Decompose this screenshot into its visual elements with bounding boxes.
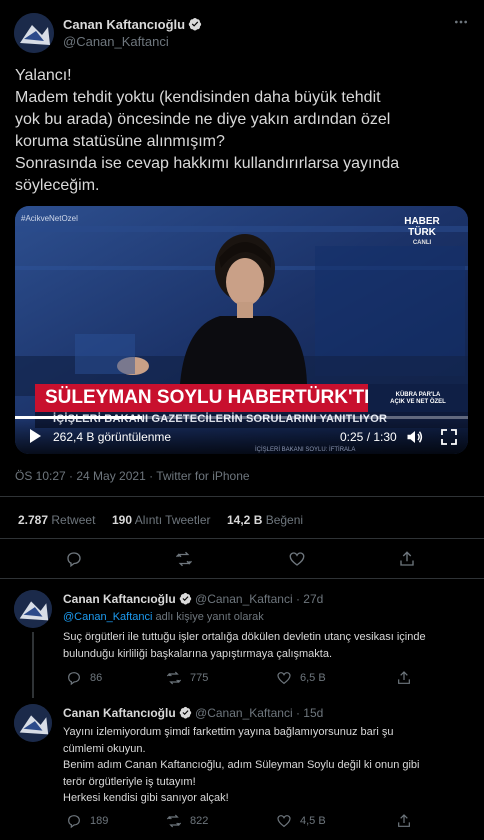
channel-logo-line: TÜRK: [408, 227, 436, 238]
replying-to-suffix: adlı kişiye yanıt olarak: [155, 611, 264, 623]
reply-icon: [68, 815, 80, 829]
avatar[interactable]: [14, 704, 52, 742]
reply-icon[interactable]: [65, 550, 83, 568]
like-count: 4,5 B: [300, 815, 326, 827]
views-count: 262,4 B görüntülenme: [53, 430, 172, 444]
verified-icon: [179, 706, 191, 719]
reply-text-line: Benim adım Canan Kaftancıoğlu, adım Süle…: [63, 759, 420, 771]
retweet-button[interactable]: 822: [166, 813, 208, 829]
play-icon[interactable]: [27, 428, 43, 444]
avatar-image: [14, 590, 52, 628]
retweet-icon[interactable]: [175, 550, 193, 568]
author-handle[interactable]: @Canan_Kaftanci: [195, 592, 293, 606]
replying-to-user[interactable]: @Canan_Kaftanci: [63, 611, 152, 623]
thread-line: [32, 632, 34, 698]
like-button[interactable]: 6,5 B: [276, 670, 326, 686]
like-icon: [277, 672, 291, 685]
author-handle[interactable]: @Canan_Kaftanci: [195, 706, 293, 720]
tweet-text: Yalancı! Madem tehdit yoktu (kendisinden…: [15, 65, 475, 197]
author-name[interactable]: Canan Kaftancıoğlu: [63, 17, 185, 32]
retweets-label: Retweet: [51, 513, 96, 527]
reply-count: 189: [90, 815, 109, 827]
retweet-count: 822: [190, 815, 209, 827]
program-tag-line: KÜBRA PAR'LA: [395, 392, 441, 398]
progress-fill: [15, 416, 142, 419]
channel-logo-line: HABER: [404, 216, 440, 227]
program-tag: KÜBRA PAR'LA AÇIK VE NET ÖZEL: [368, 384, 468, 412]
tweet-text-line: Sonrasında ise cevap hakkımı kullandırır…: [15, 155, 400, 172]
retweet-count: 775: [190, 672, 209, 684]
like-icon: [277, 815, 291, 828]
reply-text: Suç örgütleri ile tuttuğu işler ortalığa…: [63, 629, 426, 663]
reply-header: Canan Kaftancıoğlu @Canan_Kaftanci · 27d: [63, 592, 324, 606]
reply-text: Yayını izlemiyordum şimdi farkettim yayı…: [63, 724, 420, 807]
fullscreen-icon[interactable]: [441, 429, 457, 445]
channel-logo: HABER TÜRK CANLI: [397, 216, 447, 249]
video-time: 0:25 / 1:30: [340, 430, 397, 444]
avatar[interactable]: [14, 590, 52, 628]
reply-icon: [68, 672, 80, 686]
reply-text-line: Suç örgütleri ile tuttuğu işler ortalığa…: [63, 631, 426, 643]
tweet-text-line: yok bu arada) öncesinde ne diye yakın ar…: [15, 111, 391, 128]
reply-header: Canan Kaftancıoğlu @Canan_Kaftanci · 15d: [63, 706, 324, 720]
quotes-label: Alıntı Tweetler: [134, 513, 211, 527]
share-icon[interactable]: [398, 550, 416, 568]
divider: [0, 496, 484, 497]
likes-label: Beğeni: [265, 513, 304, 527]
reply-text-line: cümlemi okuyun.: [63, 742, 146, 755]
tweet-timestamp[interactable]: ÖS 10:27 · 24 May 2021 · Twitter for iPh…: [15, 469, 250, 483]
like-icon[interactable]: [288, 550, 306, 568]
reply-age[interactable]: 15d: [303, 706, 323, 720]
retweet-icon: [166, 671, 182, 685]
author-name[interactable]: Canan Kaftancıoğlu: [63, 706, 176, 720]
reply-count: 86: [90, 672, 103, 684]
video-hashtag: #AcikveNetOzel: [21, 214, 78, 223]
avatar-image: [14, 13, 54, 53]
divider: [0, 578, 484, 579]
likes-stat[interactable]: 14,2 B Beğeni: [227, 513, 303, 527]
program-tag-line: AÇIK VE NET ÖZEL: [390, 399, 446, 405]
verified-icon: [179, 592, 191, 605]
ticker: İÇİŞLERİ BAKANI SOYLU: İFTİRALA: [255, 447, 356, 453]
share-icon[interactable]: [396, 670, 412, 686]
like-button[interactable]: 4,5 B: [276, 813, 326, 829]
video-player[interactable]: #AcikveNetOzel HABER TÜRK CANLI SÜLEYMAN…: [15, 206, 468, 454]
reply-button[interactable]: 189: [66, 813, 108, 829]
tweet-text-line: Yalancı!: [15, 67, 72, 84]
author-handle[interactable]: @Canan_Kaftanci: [63, 34, 169, 49]
tweet-text-line: koruma statüsüne alınmışım?: [15, 133, 225, 150]
retweet-icon: [166, 814, 182, 828]
retweet-button[interactable]: 775: [166, 670, 208, 686]
avatar-image: [14, 704, 52, 742]
tweet-text-line: söyleceğim.: [15, 177, 100, 194]
progress-track[interactable]: [15, 416, 468, 419]
reply-text-line: terör örgütleriyle iş tutayım!: [63, 775, 196, 788]
likes-count: 14,2 B: [227, 513, 263, 527]
reply-text-line: Herkesi kendisi gibi sanıyor alçak!: [63, 792, 229, 804]
quotes-stat[interactable]: 190 Alıntı Tweetler: [112, 513, 211, 527]
volume-icon[interactable]: [406, 429, 424, 445]
verified-icon: [188, 17, 202, 31]
share-icon[interactable]: [396, 813, 412, 829]
divider: [0, 538, 484, 539]
tweet-text-line: Madem tehdit yoktu (kendisinden daha büy…: [15, 89, 381, 106]
channel-logo-line: CANLI: [412, 240, 432, 246]
news-headline: SÜLEYMAN SOYLU HABERTÜRK'TE: [45, 387, 377, 408]
author-name[interactable]: Canan Kaftancıoğlu: [63, 592, 176, 606]
avatar[interactable]: [14, 13, 54, 53]
like-count: 6,5 B: [300, 672, 326, 684]
reply-text-line: bulunduğu kirliliği başkalarına yapıştır…: [63, 648, 333, 660]
reply-button[interactable]: 86: [66, 670, 102, 686]
replying-to: @Canan_Kaftanci adlı kişiye yanıt olarak: [63, 611, 264, 623]
quotes-count: 190: [112, 513, 133, 527]
retweets-count: 2.787: [18, 513, 49, 527]
reply-text-line: Yayını izlemiyordum şimdi farkettim yayı…: [63, 726, 394, 738]
reply-age[interactable]: 27d: [303, 592, 323, 606]
more-icon[interactable]: [453, 14, 469, 30]
retweets-stat[interactable]: 2.787 Retweet: [18, 513, 95, 527]
